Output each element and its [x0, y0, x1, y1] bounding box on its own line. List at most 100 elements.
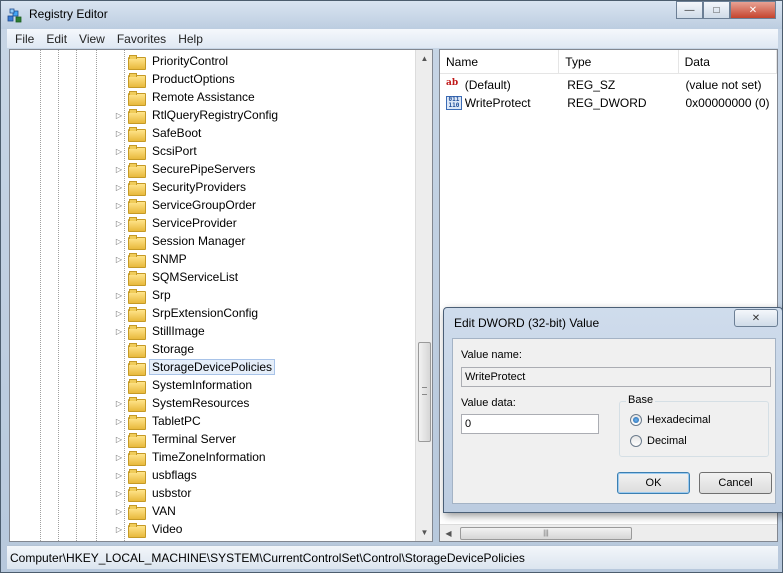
tree-item[interactable]: ▷ Terminal Server: [114, 430, 239, 448]
tree-item-label: Video: [152, 522, 183, 536]
tree-item[interactable]: SystemInformation: [114, 376, 255, 394]
tree-item[interactable]: ▷ ScsiPort: [114, 142, 200, 160]
tree-item[interactable]: ▷ SystemResources: [114, 394, 252, 412]
menu-file[interactable]: File: [9, 32, 40, 46]
list-item[interactable]: 011 110 WriteProtect REG_DWORD 0x00000000…: [440, 94, 777, 112]
ok-button[interactable]: OK: [617, 472, 690, 494]
expand-arrow-icon[interactable]: ▷: [114, 255, 124, 264]
list-item[interactable]: ab (Default) REG_SZ (value not set): [440, 76, 777, 94]
menu-favorites[interactable]: Favorites: [111, 32, 172, 46]
tree-item[interactable]: ▷ VAN: [114, 502, 179, 520]
tree-item[interactable]: SQMServiceList: [114, 268, 241, 286]
expand-arrow-icon[interactable]: ▷: [114, 453, 124, 462]
tree-guide-line: [40, 50, 41, 541]
expand-arrow-icon[interactable]: ▷: [114, 183, 124, 192]
value-data-input[interactable]: 0: [461, 414, 599, 434]
expand-arrow-icon[interactable]: ▷: [114, 129, 124, 138]
menu-view[interactable]: View: [73, 32, 111, 46]
dialog-close-button[interactable]: ✕: [734, 309, 778, 327]
expand-arrow-icon[interactable]: ▷: [114, 399, 124, 408]
menu-edit[interactable]: Edit: [40, 32, 73, 46]
expand-arrow-icon[interactable]: ▷: [114, 327, 124, 336]
tree-item[interactable]: ▷ TimeZoneInformation: [114, 448, 269, 466]
tree-item-label: ProductOptions: [152, 72, 235, 86]
cancel-button[interactable]: Cancel: [699, 472, 772, 494]
base-groupbox: Base Hexadecimal Decimal: [619, 394, 769, 457]
base-label: Base: [626, 394, 656, 406]
tree-item[interactable]: ▷ ServiceGroupOrder: [114, 196, 259, 214]
expand-arrow-icon[interactable]: ▷: [114, 111, 124, 120]
column-header-name[interactable]: Name: [440, 50, 560, 74]
expand-arrow-icon[interactable]: ▷: [114, 237, 124, 246]
menu-help[interactable]: Help: [172, 32, 209, 46]
scrollbar-thumb[interactable]: |||: [460, 527, 632, 540]
folder-icon: [128, 414, 146, 430]
tree-vertical-scrollbar[interactable]: ▲ ▼: [415, 50, 432, 541]
expand-arrow-icon[interactable]: ▷: [114, 471, 124, 480]
list-horizontal-scrollbar[interactable]: ◀ |||: [440, 524, 777, 541]
tree-item[interactable]: PriorityControl: [114, 52, 231, 70]
tree-item[interactable]: ▷ SrpExtensionConfig: [114, 304, 261, 322]
tree-guide-line: [96, 50, 97, 541]
scroll-up-arrow-icon[interactable]: ▲: [416, 50, 432, 67]
close-button[interactable]: ✕: [730, 1, 776, 19]
column-header-type[interactable]: Type: [559, 50, 679, 74]
scrollbar-thumb[interactable]: [418, 342, 431, 442]
tree-item[interactable]: ▷ SafeBoot: [114, 124, 204, 142]
value-name-label: Value name:: [461, 349, 522, 361]
tree-item[interactable]: Storage: [114, 340, 197, 358]
tree-item[interactable]: ▷ Video: [114, 520, 185, 538]
scroll-down-arrow-icon[interactable]: ▼: [416, 524, 432, 541]
minimize-button[interactable]: —: [676, 1, 703, 19]
folder-icon: [128, 468, 146, 484]
tree-item[interactable]: ▷ TabletPC: [114, 412, 204, 430]
tree-item[interactable]: ▷ SecurePipeServers: [114, 160, 258, 178]
folder-icon: [128, 198, 146, 214]
expand-arrow-icon[interactable]: ▷: [114, 201, 124, 210]
expand-arrow-icon[interactable]: ▷: [114, 435, 124, 444]
window-title: Registry Editor: [29, 7, 108, 21]
folder-icon: [128, 270, 146, 286]
folder-icon: [128, 396, 146, 412]
folder-icon: [128, 216, 146, 232]
expand-arrow-icon[interactable]: ▷: [114, 309, 124, 318]
tree-item[interactable]: ProductOptions: [114, 70, 238, 88]
radio-unchecked-icon[interactable]: [630, 435, 642, 447]
tree-item[interactable]: ▷ RtlQueryRegistryConfig: [114, 106, 281, 124]
folder-icon: [128, 162, 146, 178]
tree-item[interactable]: ▷ SecurityProviders: [114, 178, 249, 196]
column-header-data[interactable]: Data: [679, 50, 777, 74]
maximize-button[interactable]: □: [703, 1, 730, 19]
tree-item[interactable]: StorageDevicePolicies: [114, 358, 276, 376]
expand-arrow-icon[interactable]: ▷: [114, 147, 124, 156]
expand-arrow-icon[interactable]: ▷: [114, 219, 124, 228]
tree-item[interactable]: ▷ usbstor: [114, 484, 194, 502]
tree-item-label: usbflags: [152, 468, 197, 482]
tree-item[interactable]: ▷ ServiceProvider: [114, 214, 240, 232]
tree-item[interactable]: Remote Assistance: [114, 88, 258, 106]
expand-arrow-icon[interactable]: ▷: [114, 417, 124, 426]
tree-item[interactable]: ▷ Srp: [114, 286, 174, 304]
tree-item-label: TimeZoneInformation: [152, 450, 266, 464]
tree-item[interactable]: ▷ usbflags: [114, 466, 200, 484]
tree-item-label: Srp: [152, 288, 171, 302]
tree-item[interactable]: ▷ StillImage: [114, 322, 208, 340]
expand-arrow-icon[interactable]: ▷: [114, 291, 124, 300]
tree-item[interactable]: ▷ Session Manager: [114, 232, 248, 250]
scroll-left-arrow-icon[interactable]: ◀: [440, 525, 457, 542]
tree-item[interactable]: ▷ SNMP: [114, 250, 190, 268]
expand-arrow-icon[interactable]: ▷: [114, 525, 124, 534]
hexadecimal-radio[interactable]: Hexadecimal: [630, 414, 711, 426]
value-name: WriteProtect: [464, 96, 531, 110]
value-data-label: Value data:: [461, 397, 516, 409]
folder-icon: [128, 504, 146, 520]
expand-arrow-icon[interactable]: ▷: [114, 165, 124, 174]
radio-checked-icon[interactable]: [630, 414, 642, 426]
folder-icon: [128, 54, 146, 70]
decimal-radio[interactable]: Decimal: [630, 435, 687, 447]
expand-arrow-icon[interactable]: ▷: [114, 507, 124, 516]
expand-arrow-icon[interactable]: ▷: [114, 489, 124, 498]
registry-tree[interactable]: PriorityControl ProductOptions Remote Assi…: [9, 49, 433, 542]
title-bar[interactable]: Registry Editor — □ ✕: [1, 1, 782, 29]
dialog-title: Edit DWORD (32-bit) Value: [454, 316, 600, 330]
